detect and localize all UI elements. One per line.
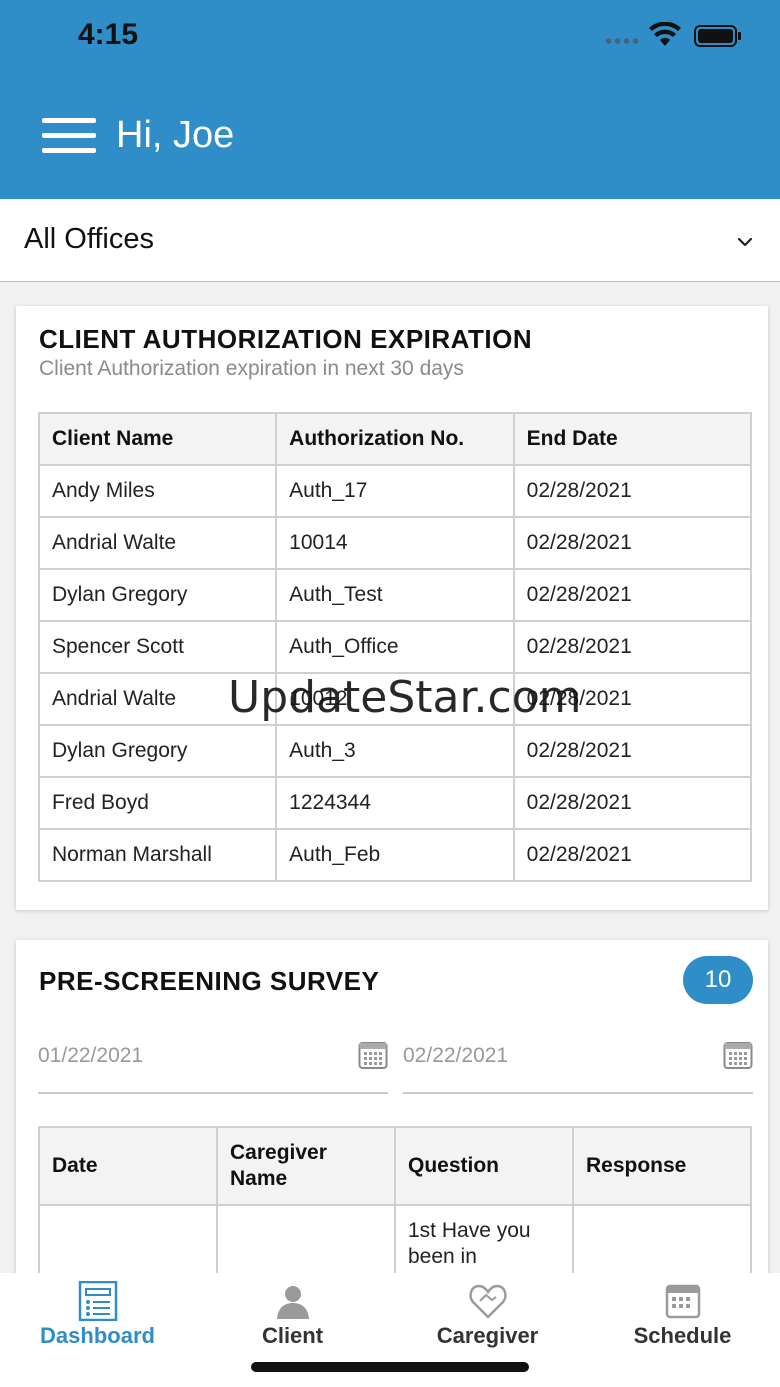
wifi-icon xyxy=(649,22,681,46)
nav-item-client[interactable]: Client xyxy=(195,1273,390,1363)
card-title: PRE-SCREENING SURVEY xyxy=(39,966,380,996)
authorization-no-cell: Auth_Office xyxy=(275,620,515,674)
end-date-cell: 02/28/2021 xyxy=(512,828,753,882)
card-subtitle: Client Authorization expiration in next … xyxy=(39,357,464,380)
schedule-icon xyxy=(665,1284,701,1319)
client-name-cell: Fred Boyd xyxy=(37,776,278,830)
client-name-cell: Andy Miles xyxy=(37,464,278,518)
office-selector[interactable]: All Offices xyxy=(0,199,780,282)
end-date-cell: 02/28/2021 xyxy=(512,464,753,518)
client-name-cell: Dylan Gregory xyxy=(37,724,278,778)
authorization-no-cell: 1224344 xyxy=(275,776,515,830)
column-header: Date xyxy=(38,1126,218,1206)
caregiver-icon xyxy=(469,1284,507,1319)
table-header-row: Date Caregiver Name Question Response xyxy=(38,1126,752,1206)
bottom-navigation: Dashboard Client Caregiver Schedule xyxy=(0,1273,780,1387)
end-date-value: 02/22/2021 xyxy=(403,1044,509,1067)
column-header: End Date xyxy=(512,412,753,466)
battery-icon xyxy=(694,25,741,47)
client-icon xyxy=(277,1286,309,1319)
menu-icon[interactable] xyxy=(42,118,96,154)
column-header: Question xyxy=(394,1126,574,1206)
column-header: Client Name xyxy=(37,412,278,466)
end-date-cell: 02/28/2021 xyxy=(512,620,753,674)
table-header-row: Client Name Authorization No. End Date xyxy=(37,412,753,466)
survey-table: Date Caregiver Name Question Response 1s… xyxy=(38,1126,752,1286)
start-date-field[interactable]: 01/22/2021 xyxy=(38,1036,388,1094)
cellular-signal-icon xyxy=(604,37,640,45)
table-row[interactable]: Fred Boyd 1224344 02/28/2021 xyxy=(37,776,753,830)
client-name-cell: Spencer Scott xyxy=(37,620,278,674)
app-header: 4:15 Hi, Joe xyxy=(0,0,780,199)
authorization-no-cell: Auth_Test xyxy=(275,568,515,622)
authorization-no-cell: Auth_Feb xyxy=(275,828,515,882)
end-date-cell: 02/28/2021 xyxy=(512,724,753,778)
authorization-table: Client Name Authorization No. End Date A… xyxy=(37,412,753,882)
end-date-cell: 02/28/2021 xyxy=(512,776,753,830)
greeting-title: Hi, Joe xyxy=(116,114,235,156)
start-date-value: 01/22/2021 xyxy=(38,1044,144,1067)
client-name-cell: Andrial Walte xyxy=(37,516,278,570)
nav-item-schedule[interactable]: Schedule xyxy=(585,1273,780,1363)
table-row[interactable]: Spencer Scott Auth_Office 02/28/2021 xyxy=(37,620,753,674)
card-title: CLIENT AUTHORIZATION EXPIRATION xyxy=(39,324,533,354)
table-row[interactable]: Dylan Gregory Auth_3 02/28/2021 xyxy=(37,724,753,778)
column-header: Response xyxy=(572,1126,752,1206)
nav-label: Dashboard xyxy=(40,1323,155,1348)
nav-item-caregiver[interactable]: Caregiver xyxy=(390,1273,585,1363)
calendar-icon[interactable] xyxy=(358,1040,388,1070)
nav-label: Client xyxy=(261,1323,324,1348)
status-time: 4:15 xyxy=(78,18,139,51)
nav-item-dashboard[interactable]: Dashboard xyxy=(0,1273,195,1363)
watermark-text: UpdateStar.com xyxy=(228,672,582,723)
home-indicator[interactable] xyxy=(251,1362,529,1372)
client-authorization-card: CLIENT AUTHORIZATION EXPIRATION Client A… xyxy=(16,306,768,910)
column-header: Authorization No. xyxy=(275,412,515,466)
chevron-down-icon[interactable] xyxy=(737,234,753,250)
authorization-no-cell: Auth_3 xyxy=(275,724,515,778)
end-date-cell: 02/28/2021 xyxy=(512,568,753,622)
column-header: Caregiver Name xyxy=(216,1126,396,1206)
authorization-no-cell: Auth_17 xyxy=(275,464,515,518)
end-date-cell: 02/28/2021 xyxy=(512,516,753,570)
table-row[interactable]: Dylan Gregory Auth_Test 02/28/2021 xyxy=(37,568,753,622)
table-row[interactable]: Norman Marshall Auth_Feb 02/28/2021 xyxy=(37,828,753,882)
calendar-icon[interactable] xyxy=(723,1040,753,1070)
office-selector-value: All Offices xyxy=(24,223,155,255)
nav-label: Caregiver xyxy=(436,1323,539,1348)
authorization-no-cell: 10014 xyxy=(275,516,515,570)
nav-label: Schedule xyxy=(633,1323,732,1348)
dashboard-icon xyxy=(78,1281,118,1321)
client-name-cell: Norman Marshall xyxy=(37,828,278,882)
table-row[interactable]: Andy Miles Auth_17 02/28/2021 xyxy=(37,464,753,518)
table-row[interactable]: Andrial Walte 10014 02/28/2021 xyxy=(37,516,753,570)
count-badge: 10 xyxy=(683,956,753,1004)
client-name-cell: Dylan Gregory xyxy=(37,568,278,622)
end-date-field[interactable]: 02/22/2021 xyxy=(403,1036,753,1094)
